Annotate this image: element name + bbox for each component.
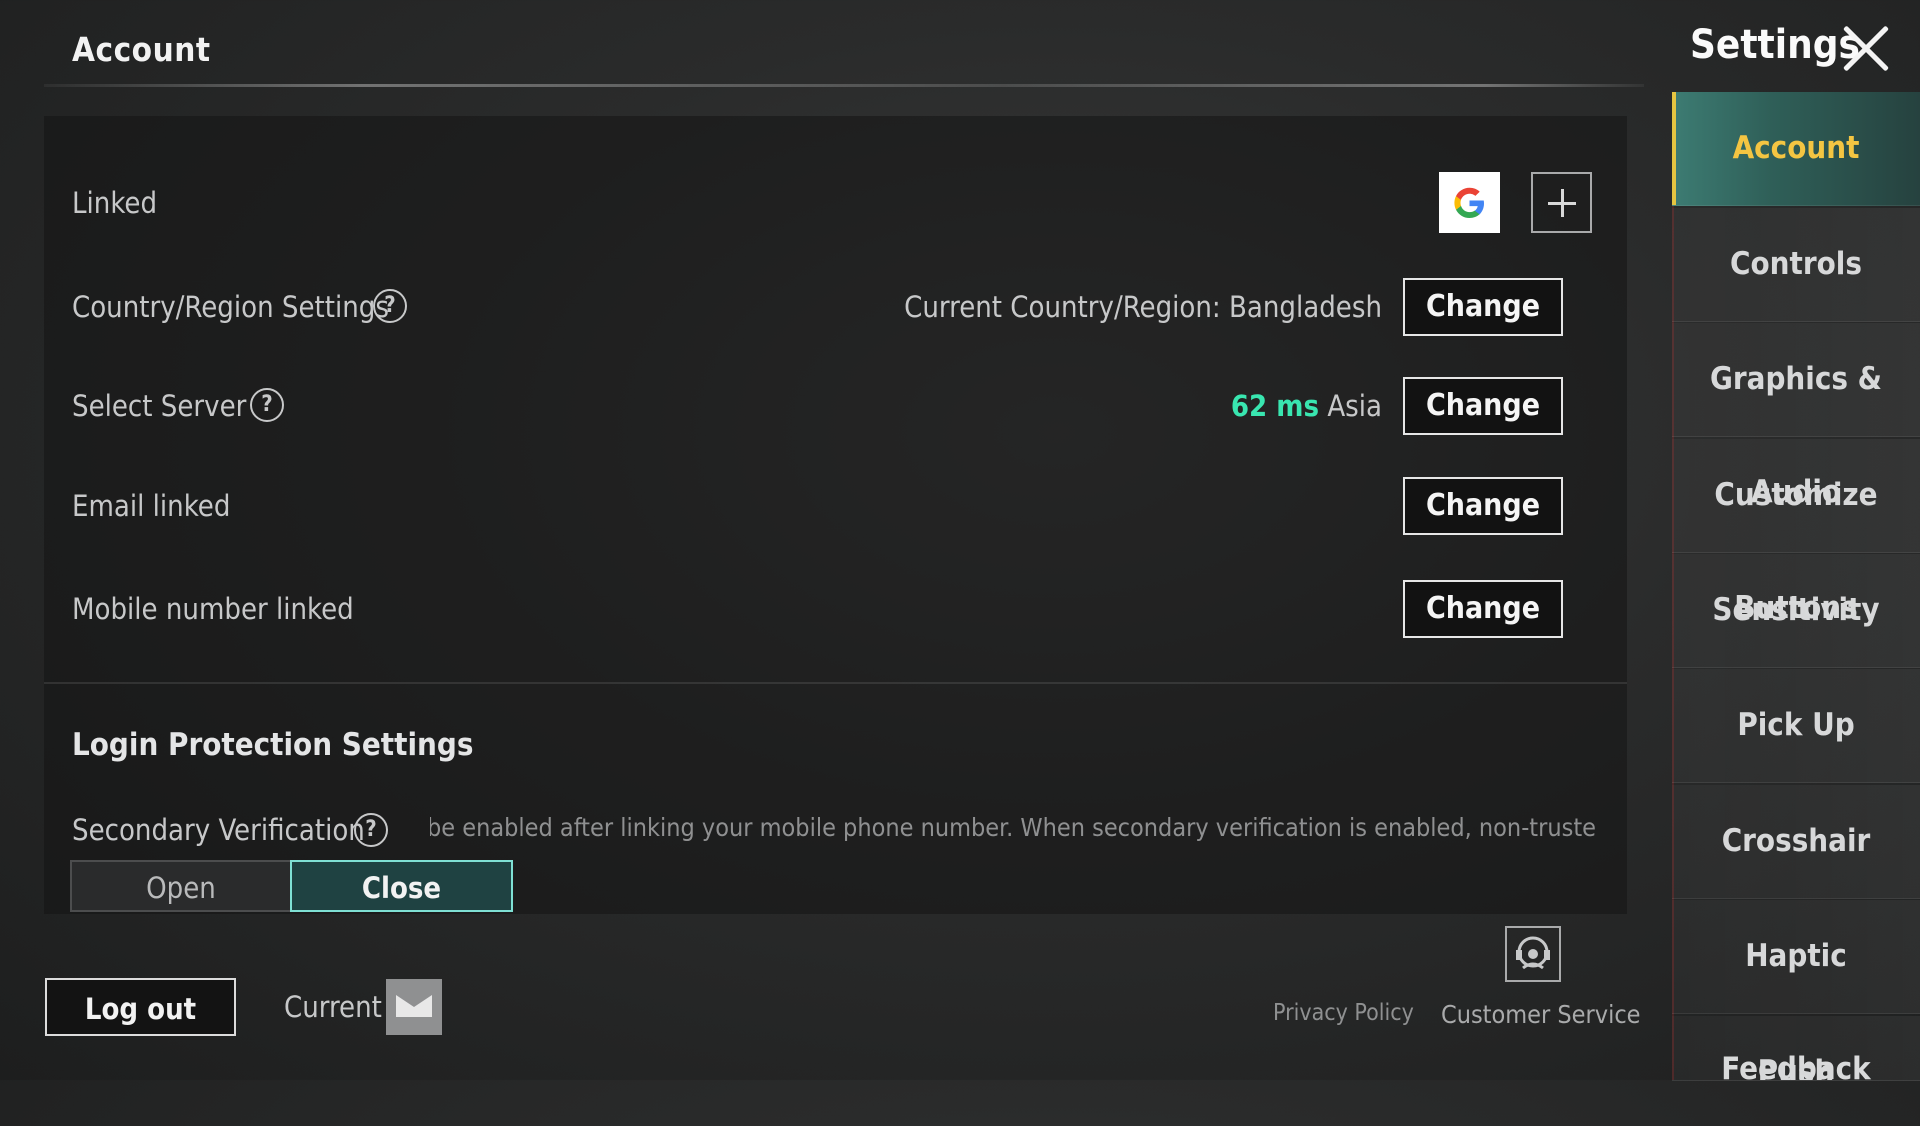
verification-close-option[interactable]: Close xyxy=(290,860,513,912)
mobile-linked-label: Mobile number linked xyxy=(72,592,354,626)
linked-label: Linked xyxy=(72,186,158,220)
headset-icon xyxy=(1516,936,1550,970)
sidebar-item-push-notifications[interactable]: Push Notifications xyxy=(1672,1016,1920,1081)
account-panel xyxy=(44,116,1627,914)
sidebar-item-crosshair[interactable]: Crosshair xyxy=(1672,785,1920,899)
google-account-button[interactable] xyxy=(1439,172,1500,233)
verification-open-option[interactable]: Open xyxy=(70,860,292,912)
secondary-verification-label: Secondary Verification xyxy=(72,813,365,847)
sidebar-item-customize-buttons[interactable]: Customize Buttons xyxy=(1672,439,1920,626)
close-icon[interactable] xyxy=(1840,22,1892,74)
logout-button[interactable]: Log out xyxy=(45,978,236,1036)
privacy-policy-link[interactable]: Privacy Policy xyxy=(1273,1000,1414,1026)
google-icon xyxy=(1454,187,1484,218)
change-country-button[interactable]: Change xyxy=(1403,278,1563,336)
add-account-button[interactable] xyxy=(1531,172,1592,233)
customer-service-label[interactable]: Customer Service xyxy=(1441,1000,1641,1029)
settings-title: Settings xyxy=(1690,22,1860,68)
sidebar-item-graphics-audio[interactable]: Graphics & Audio xyxy=(1672,323,1920,510)
customer-service-button[interactable] xyxy=(1505,926,1561,982)
server-ping: 62 ms xyxy=(1230,389,1320,423)
sidebar-item-sensitivity[interactable]: Sensitivity xyxy=(1672,554,1920,668)
change-mobile-button[interactable]: Change xyxy=(1403,580,1563,638)
sidebar-item-haptic-feedback[interactable]: Haptic Feedback xyxy=(1672,900,1920,1087)
server-region: Asia xyxy=(1327,389,1382,423)
select-server-label: Select Server xyxy=(72,389,247,423)
help-icon[interactable]: ? xyxy=(250,388,284,422)
sidebar-item-account[interactable]: Account xyxy=(1672,92,1920,206)
header-divider xyxy=(44,84,1644,87)
country-region-label: Country/Region Settings xyxy=(72,290,389,324)
change-server-button[interactable]: Change xyxy=(1403,377,1563,435)
current-login-label: Current xyxy=(284,990,382,1024)
sidebar-item-pick-up[interactable]: Pick Up xyxy=(1672,669,1920,783)
email-linked-label: Email linked xyxy=(72,489,231,523)
panel-divider xyxy=(44,682,1627,684)
settings-sidebar: Account Controls Graphics & Audio Custom… xyxy=(1672,92,1920,1087)
sidebar-item-controls[interactable]: Controls xyxy=(1672,208,1920,322)
page-title: Account xyxy=(72,30,211,69)
change-email-button[interactable]: Change xyxy=(1403,477,1563,535)
secondary-verification-description: Secondary verification can be enabled af… xyxy=(430,813,1596,842)
mail-icon xyxy=(386,979,442,1035)
server-status: 62 ms Asia xyxy=(1231,389,1382,423)
login-protection-title: Login Protection Settings xyxy=(72,727,474,763)
help-icon[interactable]: ? xyxy=(373,289,407,323)
active-indicator xyxy=(1672,92,1676,205)
current-country-text: Current Country/Region: Bangladesh xyxy=(904,290,1382,324)
help-icon[interactable]: ? xyxy=(354,813,388,847)
